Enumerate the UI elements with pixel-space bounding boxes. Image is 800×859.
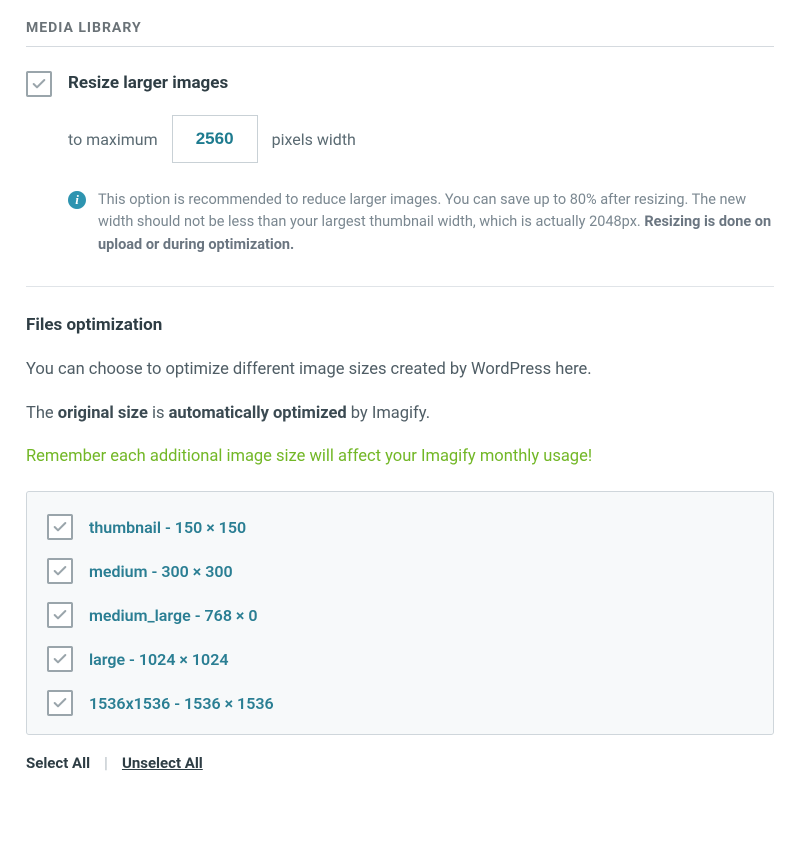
resize-checkbox[interactable] [26, 71, 52, 97]
size-label: thumbnail - 150 × 150 [89, 518, 246, 537]
bulk-actions: Select All | Unselect All [26, 753, 774, 772]
select-all-link[interactable]: Select All [26, 754, 90, 772]
check-icon [52, 607, 68, 623]
check-icon [52, 695, 68, 711]
check-icon [52, 519, 68, 535]
resize-inputs: to maximum pixels width [68, 115, 774, 163]
setting-row-resize: Resize larger images [26, 71, 774, 97]
size-row-medium-large: medium_large - 768 × 0 [47, 602, 753, 628]
resize-suffix: pixels width [272, 130, 356, 149]
files-optimization-desc1: You can choose to optimize different ima… [26, 357, 774, 383]
size-row-large: large - 1024 × 1024 [47, 646, 753, 672]
files-optimization-title: Files optimization [26, 315, 774, 335]
unselect-all-link[interactable]: Unselect All [122, 754, 203, 772]
check-icon [52, 563, 68, 579]
size-label: large - 1024 × 1024 [89, 650, 228, 669]
info-icon: i [68, 191, 86, 209]
size-row-thumbnail: thumbnail - 150 × 150 [47, 514, 753, 540]
size-checkbox-1536[interactable] [47, 690, 73, 716]
desc2-b2: automatically optimized [169, 404, 347, 423]
resize-width-input[interactable] [172, 115, 258, 163]
size-row-1536: 1536x1536 - 1536 × 1536 [47, 690, 753, 716]
size-checkbox-thumbnail[interactable] [47, 514, 73, 540]
check-icon [31, 76, 47, 92]
resize-prefix: to maximum [68, 130, 158, 149]
desc2-suffix: by Imagify. [347, 404, 430, 423]
size-label: medium - 300 × 300 [89, 562, 233, 581]
info-row: i This option is recommended to reduce l… [68, 189, 774, 256]
size-row-medium: medium - 300 × 300 [47, 558, 753, 584]
size-checkbox-medium-large[interactable] [47, 602, 73, 628]
desc2-prefix: The [26, 404, 58, 423]
files-optimization-warning: Remember each additional image size will… [26, 445, 774, 470]
desc2-mid: is [148, 404, 169, 423]
bulk-separator: | [104, 753, 108, 772]
divider [26, 286, 774, 287]
size-label: 1536x1536 - 1536 × 1536 [89, 694, 274, 713]
files-optimization-desc2: The original size is automatically optim… [26, 401, 774, 427]
info-text: This option is recommended to reduce lar… [98, 189, 774, 256]
section-title: MEDIA LIBRARY [26, 20, 774, 47]
check-icon [52, 651, 68, 667]
size-label: medium_large - 768 × 0 [89, 606, 258, 625]
size-checkbox-medium[interactable] [47, 558, 73, 584]
resize-label: Resize larger images [68, 71, 228, 93]
desc2-b1: original size [58, 404, 148, 423]
sizes-panel: thumbnail - 150 × 150 medium - 300 × 300… [26, 491, 774, 735]
size-checkbox-large[interactable] [47, 646, 73, 672]
